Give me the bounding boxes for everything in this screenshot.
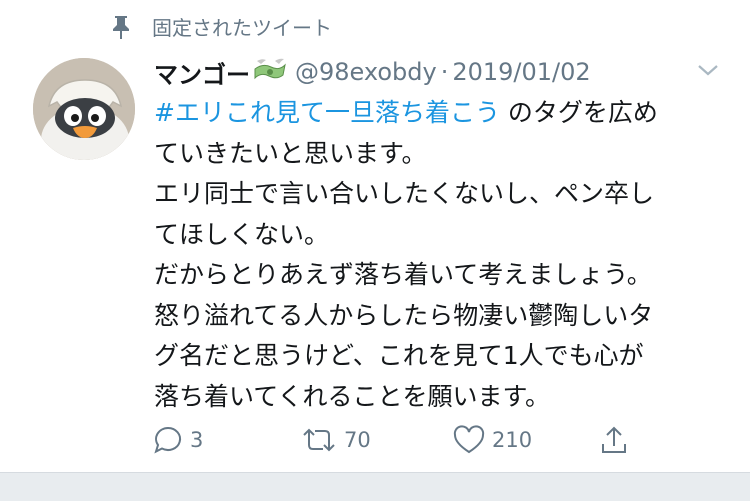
retweet-count: 70 xyxy=(344,428,371,452)
retweet-icon xyxy=(300,424,338,456)
tweet-line: 落ち着いてくれることを願います。 xyxy=(154,381,551,411)
tweet-header: マンゴー @98exobdy · 2019/01/02 xyxy=(154,52,591,92)
share-button[interactable] xyxy=(598,418,630,462)
tweet-date[interactable]: 2019/01/02 xyxy=(452,58,590,86)
action-bar: 3 70 210 xyxy=(0,418,750,462)
avatar[interactable] xyxy=(33,58,135,160)
tweet-line: ていきたいと思います。 xyxy=(154,138,427,168)
tweet-line: だからとりあえず落ち着いて考えましょう。 xyxy=(154,260,652,289)
tweet-line: グ名だと思うけど、これを見て1人でも心が xyxy=(154,341,644,370)
reply-button[interactable]: 3 xyxy=(152,418,203,462)
like-button[interactable]: 210 xyxy=(452,418,532,462)
reply-count: 3 xyxy=(190,428,204,452)
money-with-wings-icon xyxy=(253,57,287,87)
tweet-text: #エリこれ見て一旦落ち着こう のタグを広め ていきたいと思います。 エリ同士で言… xyxy=(154,93,739,417)
like-count: 210 xyxy=(492,428,533,452)
share-icon xyxy=(598,424,630,456)
pinned-tweet-label: 固定されたツイート xyxy=(110,12,332,41)
heart-icon xyxy=(452,424,486,456)
author-handle[interactable]: @98exobdy xyxy=(295,58,437,86)
pinned-text: 固定されたツイート xyxy=(152,16,332,40)
tweet-line: エリ同士で言い合いしたくないし、ペン卒し xyxy=(154,179,655,208)
tweet-line: #エリこれ見て一旦落ち着こう のタグを広め xyxy=(154,93,739,134)
author-name[interactable]: マンゴー xyxy=(154,55,250,90)
tweet-line-rest: のタグを広め xyxy=(499,98,658,127)
bottom-divider xyxy=(0,472,750,501)
chevron-down-icon[interactable] xyxy=(695,60,721,80)
tweet-line: 怒り溢れてる人からしたら物凄い鬱陶しいタ xyxy=(154,300,654,330)
retweet-button[interactable]: 70 xyxy=(300,418,371,462)
reply-icon xyxy=(152,424,184,456)
hashtag-link[interactable]: #エリこれ見て一旦落ち着こう xyxy=(154,98,500,127)
separator-dot: · xyxy=(440,58,449,86)
tweet-line: てほしくない。 xyxy=(154,219,330,249)
pin-icon xyxy=(110,14,132,40)
